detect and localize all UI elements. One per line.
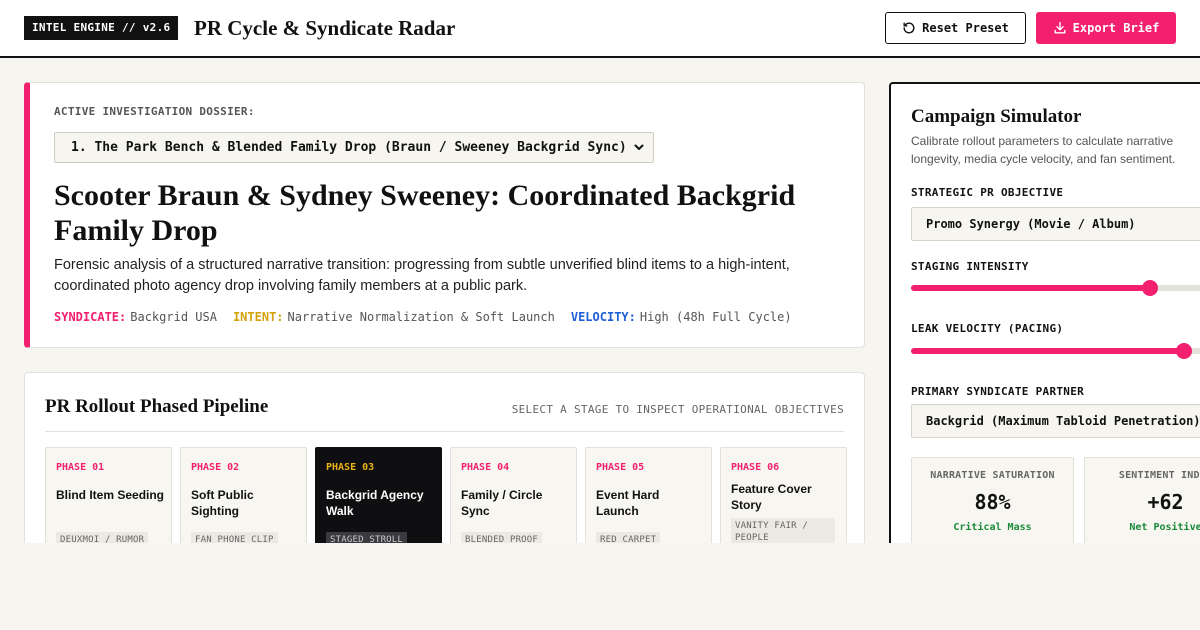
syndicate-partner-label: PRIMARY SYNDICATE PARTNER	[911, 385, 1085, 398]
leak-velocity-slider[interactable]	[911, 343, 1200, 359]
refresh-icon	[903, 22, 915, 34]
phase-name: Feature Cover Story	[731, 482, 812, 512]
download-icon	[1054, 22, 1066, 34]
phase-number: PHASE 06	[731, 462, 780, 473]
phase-number: PHASE 03	[326, 462, 375, 473]
meta-velocity-value: High (48h Full Cycle)	[639, 310, 792, 324]
app-title: PR Cycle & Syndicate Radar	[194, 16, 456, 40]
campaign-simulator-panel: Campaign Simulator Calibrate rollout par…	[889, 82, 1200, 552]
dossier-label: ACTIVE INVESTIGATION DOSSIER:	[54, 105, 255, 118]
page-background	[0, 543, 1200, 630]
leak-velocity-label: LEAK VELOCITY (PACING)	[911, 322, 1064, 335]
metric-status: Net Positive	[1129, 522, 1200, 533]
slider-fill	[911, 348, 1184, 354]
meta-intent: INTENT: Narrative Normalization & Soft La…	[233, 310, 555, 324]
dossier-meta: SYNDICATE: Backgrid USA INTENT: Narrative …	[54, 310, 792, 324]
simulator-description: Calibrate rollout parameters to calculat…	[911, 134, 1176, 166]
reset-preset-button[interactable]: Reset Preset	[885, 12, 1026, 44]
phase-name: Blind Item Seeding	[56, 488, 165, 502]
objective-select[interactable]: Promo Synergy (Movie / Album)	[911, 207, 1200, 241]
metric-value: +62	[1147, 490, 1184, 514]
dossier-select[interactable]: 1. The Park Bench & Blended Family Drop …	[54, 132, 654, 163]
objective-label: STRATEGIC PR OBJECTIVE	[911, 186, 1064, 199]
top-bar: INTEL ENGINE // v2.6 PR Cycle & Syndicat…	[0, 0, 1200, 58]
phase-number: PHASE 01	[56, 462, 105, 473]
simulator-title: Campaign Simulator	[911, 106, 1082, 127]
phase-name: Backgrid Agency Walk	[326, 488, 424, 518]
dossier-description: Forensic analysis of a structured narrat…	[54, 257, 790, 294]
version-badge: INTEL ENGINE // v2.6	[24, 16, 179, 40]
dossier-card: ACTIVE INVESTIGATION DOSSIER: 1. The Par…	[24, 82, 865, 348]
metric-label: NARRATIVE SATURATION	[930, 470, 1055, 481]
phase-name: Soft Public Sighting	[191, 488, 254, 518]
dossier-selected-value: 1. The Park Bench & Blended Family Drop …	[71, 140, 627, 155]
divider	[45, 431, 844, 432]
meta-intent-key: INTENT:	[232, 310, 284, 324]
pipeline-card: PR Rollout Phased Pipeline SELECT A STAG…	[24, 372, 865, 572]
reset-preset-label: Reset Preset	[922, 21, 1009, 35]
meta-syndicate-value: Backgrid USA	[130, 310, 217, 324]
phase-number: PHASE 04	[461, 462, 510, 473]
phase-name: Event Hard Launch	[596, 488, 660, 518]
metric-label: SENTIMENT INDEX	[1118, 470, 1200, 481]
slider-fill	[911, 285, 1150, 291]
metric-status: Critical Mass	[953, 522, 1032, 533]
meta-velocity-key: VELOCITY:	[570, 310, 636, 324]
phase-number: PHASE 02	[191, 462, 240, 473]
phase-number: PHASE 05	[596, 462, 645, 473]
meta-syndicate: SYNDICATE: Backgrid USA	[54, 310, 217, 324]
chevron-down-icon	[634, 144, 644, 150]
pipeline-title: PR Rollout Phased Pipeline	[45, 396, 269, 417]
phase-tag: VANITY FAIR / PEOPLE	[731, 518, 835, 546]
slider-thumb[interactable]	[1175, 343, 1192, 359]
sentiment-index-metric: SENTIMENT INDEX +62 Net Positive	[1084, 457, 1200, 550]
staging-intensity-label: STAGING INTENSITY	[911, 260, 1029, 273]
slider-thumb[interactable]	[1141, 280, 1158, 296]
narrative-saturation-metric: NARRATIVE SATURATION 88% Critical Mass	[911, 457, 1074, 550]
export-brief-button[interactable]: Export Brief	[1036, 12, 1176, 44]
metric-value: 88%	[974, 490, 1011, 514]
export-brief-label: Export Brief	[1072, 21, 1160, 35]
pipeline-hint: SELECT A STAGE TO INSPECT OPERATIONAL OB…	[511, 403, 844, 416]
meta-intent-value: Narrative Normalization & Soft Launch	[287, 310, 555, 324]
phase-name: Family / Circle Sync	[461, 488, 543, 518]
staging-intensity-slider[interactable]	[911, 280, 1200, 296]
meta-syndicate-key: SYNDICATE:	[54, 310, 127, 324]
syndicate-partner-select[interactable]: Backgrid (Maximum Tabloid Penetration)	[911, 404, 1200, 438]
meta-velocity: VELOCITY: High (48h Full Cycle)	[571, 310, 792, 324]
dossier-title: Scooter Braun & Sydney Sweeney: Coordina…	[54, 179, 796, 247]
